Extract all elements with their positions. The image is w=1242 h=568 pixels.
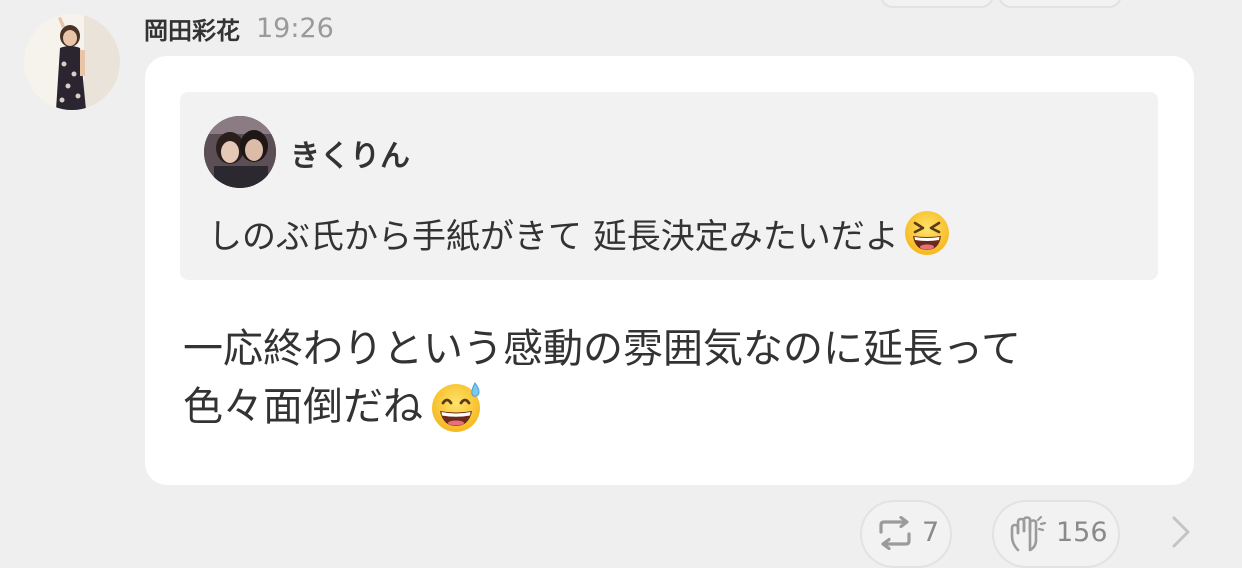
message-bubble: きくりん しのぶ氏から手紙がきて 延長決定みたいだよ 一応終わりという感動の雰囲… (145, 56, 1194, 485)
quoted-author-avatar[interactable] (204, 116, 276, 188)
quoted-post[interactable]: きくりん しのぶ氏から手紙がきて 延長決定みたいだよ (180, 92, 1158, 280)
chevron-right-icon[interactable] (1170, 514, 1192, 554)
post-time: 19:26 (256, 12, 334, 44)
previous-post-action[interactable] (998, 0, 1122, 8)
author-name[interactable]: 岡田彩花 (144, 11, 240, 46)
grinning-face-with-sweat-icon (429, 379, 485, 435)
post-header: 岡田彩花 19:26 (144, 8, 334, 48)
message-text-line1: 一応終わりという感動の雰囲気なのに延長って (183, 326, 1021, 372)
quoted-text: しのぶ氏から手紙がきて 延長決定みたいだよ (208, 216, 899, 257)
retweet-count: 7 (922, 517, 940, 548)
quoted-avatar-photo (204, 116, 276, 188)
message-line: 色々面倒だね (183, 378, 1021, 436)
avatar-photo (24, 14, 120, 110)
grinning-squinting-face-icon (903, 209, 951, 257)
clap-icon (1008, 515, 1048, 556)
message-text-line2: 色々面倒だね (183, 384, 423, 430)
clap-count: 156 (1056, 517, 1108, 548)
previous-post-action[interactable] (880, 0, 994, 8)
message-line: 一応終わりという感動の雰囲気なのに延長って (183, 320, 1021, 378)
message-body: 一応終わりという感動の雰囲気なのに延長って 色々面倒だね (183, 320, 1021, 436)
quoted-text-line: しのぶ氏から手紙がきて 延長決定みたいだよ (208, 207, 951, 259)
retweet-icon (876, 515, 914, 554)
retweet-button[interactable]: 7 (860, 500, 952, 568)
quoted-author-name[interactable]: きくりん (290, 131, 410, 175)
clap-button[interactable]: 156 (992, 500, 1120, 568)
author-avatar[interactable] (24, 14, 120, 110)
